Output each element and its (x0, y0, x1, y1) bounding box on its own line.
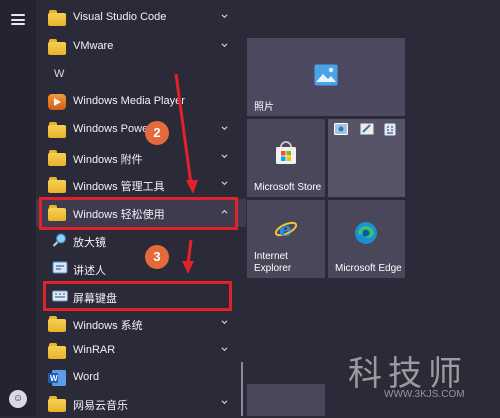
arrow-line-3 (186, 239, 193, 265)
watermark: 科技师 WWW.3KJS.COM (336, 346, 496, 410)
arrow-head-2 (186, 180, 198, 194)
arrow-head-3 (182, 261, 194, 274)
step-badge-3: 3 (145, 245, 169, 269)
arrow-line-2 (174, 73, 193, 185)
watermark-url: WWW.3KJS.COM (384, 389, 465, 400)
watermark-text: 科技师 (348, 354, 468, 394)
step-badge-2: 2 (145, 121, 169, 145)
